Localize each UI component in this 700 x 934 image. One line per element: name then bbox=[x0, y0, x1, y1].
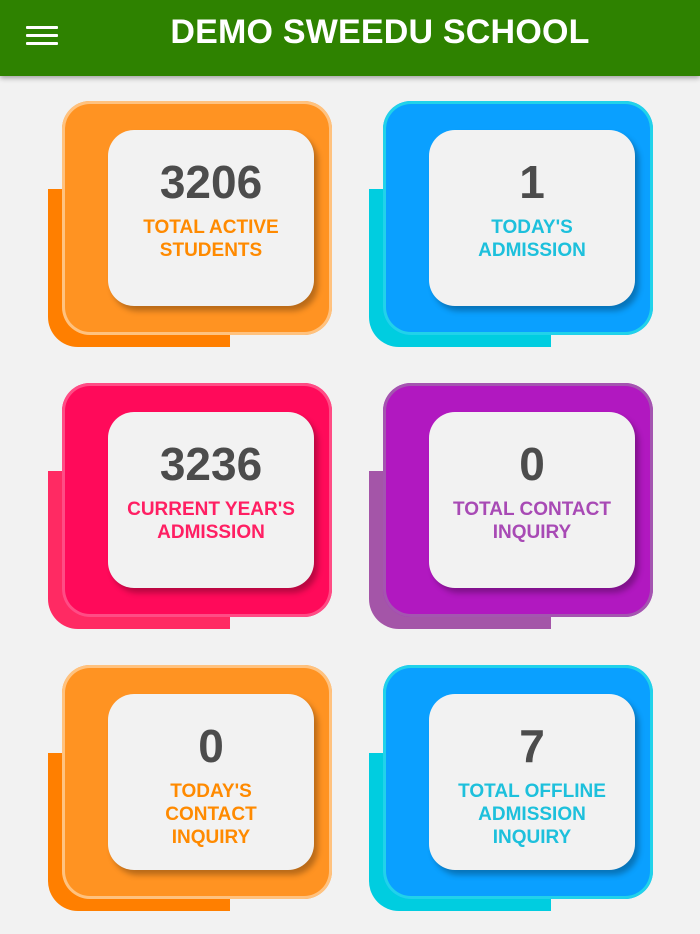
stat-value: 3206 bbox=[159, 156, 263, 208]
card-total-offline-admission-inquiry[interactable]: 7 TOTAL OFFLINE ADMISSION INQUIRY bbox=[369, 665, 659, 915]
card-inner: 0 TOTAL CONTACT INQUIRY bbox=[429, 412, 635, 588]
app-bar: DEMO SWEEDU SCHOOL bbox=[0, 0, 700, 76]
stat-value: 0 bbox=[198, 720, 224, 772]
card-total-active-students[interactable]: 3206 TOTAL ACTIVE STUDENTS bbox=[48, 101, 338, 351]
card-front-shape: 0 TOTAL CONTACT INQUIRY bbox=[383, 383, 653, 617]
card-front-shape: 3206 TOTAL ACTIVE STUDENTS bbox=[62, 101, 332, 335]
card-total-contact-inquiry[interactable]: 0 TOTAL CONTACT INQUIRY bbox=[369, 383, 659, 633]
stat-value: 1 bbox=[519, 156, 545, 208]
card-inner: 3236 CURRENT YEAR'S ADMISSION bbox=[108, 412, 314, 588]
stat-value: 7 bbox=[519, 720, 545, 772]
stat-label: TOTAL OFFLINE ADMISSION INQUIRY bbox=[458, 781, 606, 848]
card-current-years-admission[interactable]: 3236 CURRENT YEAR'S ADMISSION bbox=[48, 383, 338, 633]
stat-label: TOTAL CONTACT INQUIRY bbox=[453, 499, 611, 543]
stat-label: TOTAL ACTIVE STUDENTS bbox=[143, 217, 279, 261]
stat-label: CURRENT YEAR'S ADMISSION bbox=[127, 499, 295, 543]
card-front-shape: 3236 CURRENT YEAR'S ADMISSION bbox=[62, 383, 332, 617]
stat-label: TODAY'S ADMISSION bbox=[478, 217, 586, 261]
card-inner: 3206 TOTAL ACTIVE STUDENTS bbox=[108, 130, 314, 306]
stat-label: TODAY'S CONTACT INQUIRY bbox=[165, 781, 257, 848]
app-title: DEMO SWEEDU SCHOOL bbox=[170, 13, 590, 51]
card-todays-admission[interactable]: 1 TODAY'S ADMISSION bbox=[369, 101, 659, 351]
card-front-shape: 7 TOTAL OFFLINE ADMISSION INQUIRY bbox=[383, 665, 653, 899]
card-inner: 0 TODAY'S CONTACT INQUIRY bbox=[108, 694, 314, 870]
card-todays-contact-inquiry[interactable]: 0 TODAY'S CONTACT INQUIRY bbox=[48, 665, 338, 915]
card-inner: 7 TOTAL OFFLINE ADMISSION INQUIRY bbox=[429, 694, 635, 870]
hamburger-menu-icon[interactable] bbox=[26, 25, 58, 47]
card-inner: 1 TODAY'S ADMISSION bbox=[429, 130, 635, 306]
stat-value: 0 bbox=[519, 438, 545, 490]
card-front-shape: 0 TODAY'S CONTACT INQUIRY bbox=[62, 665, 332, 899]
stat-value: 3236 bbox=[159, 438, 263, 490]
card-front-shape: 1 TODAY'S ADMISSION bbox=[383, 101, 653, 335]
